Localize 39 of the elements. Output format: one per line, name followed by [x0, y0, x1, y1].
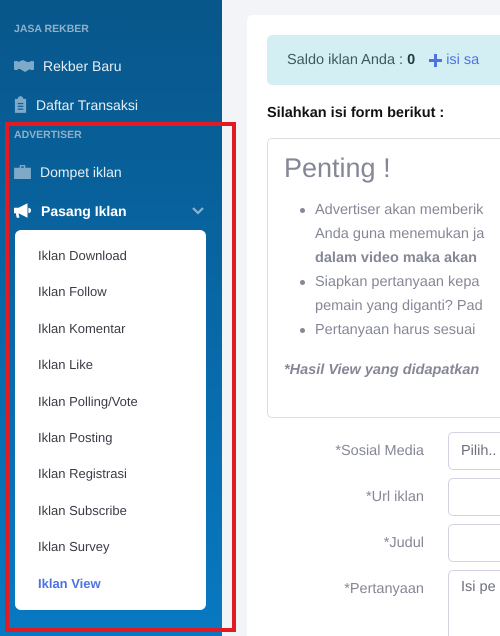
bullet-text: Pertanyaan harus sesuai: [315, 321, 476, 340]
submenu-item[interactable]: Iklan Survey: [15, 529, 206, 566]
bullet-text: Siapkan pertanyaan kepa pemain yang diganti? Pad: [315, 273, 483, 316]
notice-footnote: *Hasil View yang didapatkan: [284, 362, 480, 378]
submenu-item[interactable]: Iklan Polling/Vote: [15, 384, 206, 420]
section-heading: JASA REKBER: [13, 22, 90, 36]
form-heading: Silahkan isi form berikut :: [267, 105, 446, 121]
megaphone-icon: [14, 203, 32, 218]
sidebar-item[interactable]: Pasang Iklan: [0, 191, 222, 230]
bullet-icon: [300, 208, 305, 213]
chevron-icon: [192, 206, 204, 214]
section-heading: ADVERTISER: [13, 128, 83, 142]
field-label: *Url iklan: [364, 488, 424, 507]
submenu-item[interactable]: Iklan Follow: [15, 274, 206, 311]
textarea-field[interactable]: Isi pe: [448, 570, 500, 636]
bullet-icon: [300, 328, 305, 333]
submenu-item[interactable]: Iklan Download: [15, 238, 206, 274]
select-field[interactable]: Pilih..: [448, 432, 500, 470]
field-label: *Judul: [382, 534, 424, 553]
submenu-item[interactable]: Iklan View: [15, 566, 206, 602]
submenu-item[interactable]: Iklan Subscribe: [15, 492, 206, 530]
top-up-link[interactable]: isi sa: [429, 52, 480, 68]
notice-title: Penting !: [284, 153, 392, 184]
submenu-item[interactable]: Iklan Registrasi: [15, 456, 206, 493]
bullet-text: Advertiser akan memberik Anda guna menemukan ja dalam video maka akan: [315, 201, 484, 268]
briefcase-icon: [14, 164, 31, 178]
sidebar-item[interactable]: Daftar Transaksi: [0, 85, 222, 124]
submenu-item[interactable]: Iklan Komentar: [15, 310, 206, 348]
handshake-icon: [14, 58, 34, 72]
field-label: *Sosial Media: [334, 442, 424, 461]
balance-label: Saldo iklan Anda : 0: [287, 52, 416, 68]
sidebar-item[interactable]: Rekber Baru: [0, 46, 222, 85]
clipboard-icon: [14, 96, 27, 113]
field-label: *Pertanyaan: [343, 580, 424, 599]
submenu-item[interactable]: Iklan Posting: [15, 420, 206, 456]
submenu-item[interactable]: Iklan Like: [15, 347, 206, 384]
plus-icon: [429, 54, 442, 66]
bullet-icon: [300, 280, 305, 285]
sidebar-item[interactable]: Dompet iklan: [0, 152, 222, 191]
